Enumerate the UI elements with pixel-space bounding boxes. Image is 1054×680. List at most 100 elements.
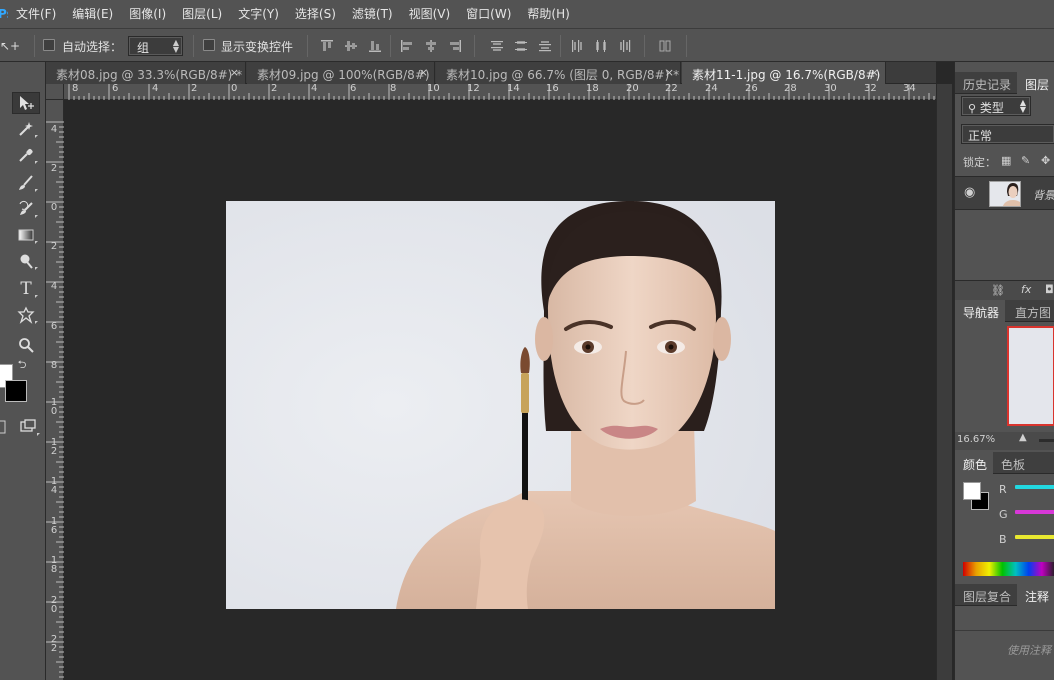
color-spectrum[interactable] bbox=[963, 562, 1054, 576]
ruler-h-label: 26 bbox=[745, 83, 758, 94]
tab-histogram[interactable]: 直方图 bbox=[1007, 300, 1054, 322]
auto-align-icon[interactable] bbox=[658, 39, 672, 53]
vertical-scrollbar[interactable] bbox=[936, 84, 952, 680]
distribute-bottom-icon[interactable] bbox=[538, 39, 552, 53]
close-icon[interactable]: × bbox=[230, 66, 239, 79]
color-panel-tabs: 颜色 色板 bbox=[955, 452, 1054, 474]
lock-paint-icon[interactable]: ✎ bbox=[1021, 154, 1030, 167]
tab-layer-comps[interactable]: 图层复合 bbox=[955, 584, 1017, 606]
screen-mode-icon[interactable] bbox=[14, 416, 42, 438]
auto-select-dropdown[interactable]: 组 ▲ ▼ bbox=[128, 36, 183, 56]
tab-doc-10[interactable]: 素材10.jpg @ 66.7% (图层 0, RGB/8#) * × bbox=[436, 62, 681, 84]
ps-logo[interactable]: Ps bbox=[0, 7, 8, 21]
align-vcenter-icon[interactable] bbox=[344, 39, 358, 53]
menu-select[interactable]: 选择(S) bbox=[287, 0, 344, 28]
tab-navigator[interactable]: 导航器 bbox=[955, 300, 1006, 322]
align-hcenter-icon[interactable] bbox=[424, 39, 438, 53]
zoom-out-icon[interactable]: ▲ bbox=[1019, 432, 1027, 443]
show-transform-checkbox[interactable] bbox=[203, 39, 215, 51]
tab-doc-11-1[interactable]: 素材11-1.jpg @ 16.7%(RGB/8#) × bbox=[682, 62, 886, 84]
ruler-v-label: 2 0 bbox=[50, 595, 58, 615]
menu-layer[interactable]: 图层(L) bbox=[174, 0, 230, 28]
align-right-icon[interactable] bbox=[448, 39, 462, 53]
menu-edit[interactable]: 编辑(E) bbox=[64, 0, 121, 28]
ruler-v-label: 1 2 bbox=[50, 437, 58, 457]
tab-layers[interactable]: 图层 bbox=[1017, 72, 1054, 94]
distribute-right-icon[interactable] bbox=[618, 39, 632, 53]
ruler-origin[interactable] bbox=[46, 84, 64, 100]
document-image[interactable] bbox=[226, 201, 775, 609]
blue-slider[interactable] bbox=[1015, 535, 1054, 539]
magic-wand-tool[interactable] bbox=[12, 118, 40, 140]
distribute-left-icon[interactable] bbox=[570, 39, 584, 53]
vertical-ruler[interactable]: 4 2 0 2 4 6 8 1 0 1 2 1 4 1 6 1 8 2 0 2 … bbox=[46, 100, 64, 680]
eye-visibility-icon[interactable]: ◉ bbox=[964, 185, 975, 200]
chevron-updown-icon: ▲ ▼ bbox=[1019, 98, 1026, 114]
ruler-h-label: 6 bbox=[112, 83, 119, 94]
ruler-v-label: 6 bbox=[50, 321, 58, 332]
swap-colors-icon[interactable]: ⮌ bbox=[14, 358, 30, 372]
right-panel-dock: 历史记录 图层 ⚲ 类型 ▲ ▼ 正常 锁定： ▦ ✎ ✥ ◉ 背景 ⛓ fx ◘… bbox=[954, 62, 1054, 680]
menu-file[interactable]: 文件(F) bbox=[8, 0, 64, 28]
brush-tool[interactable] bbox=[12, 172, 40, 194]
tab-doc-08[interactable]: 素材08.jpg @ 33.3%(RGB/8#) * × bbox=[46, 62, 246, 84]
lock-transparency-icon[interactable]: ▦ bbox=[1001, 154, 1011, 167]
navigator-preview[interactable] bbox=[1007, 326, 1054, 426]
distribute-hcenter-icon[interactable] bbox=[594, 39, 608, 53]
add-mask-icon[interactable]: ◘ bbox=[1045, 283, 1054, 296]
distribute-vcenter-icon[interactable] bbox=[514, 39, 528, 53]
custom-shape-tool[interactable] bbox=[12, 304, 40, 326]
tab-doc-09[interactable]: 素材09.jpg @ 100%(RGB/8#) × bbox=[247, 62, 435, 84]
ruler-v-label: 2 bbox=[50, 241, 58, 252]
tab-swatches[interactable]: 色板 bbox=[993, 452, 1031, 474]
ruler-h-label: 2 bbox=[191, 83, 198, 94]
menu-filter[interactable]: 滤镜(T) bbox=[344, 0, 401, 28]
tab-history[interactable]: 历史记录 bbox=[955, 72, 1017, 94]
auto-select-checkbox[interactable] bbox=[43, 39, 55, 51]
move-tool-preset-icon[interactable]: ↖+ bbox=[0, 39, 20, 53]
tab-doc-10-label: 素材10.jpg @ 66.7% (图层 0, RGB/8#) * bbox=[446, 68, 680, 82]
link-layers-icon[interactable]: ⛓ bbox=[991, 284, 1005, 297]
distribute-top-icon[interactable] bbox=[490, 39, 504, 53]
menu-window[interactable]: 窗口(W) bbox=[458, 0, 519, 28]
menu-view[interactable]: 视图(V) bbox=[401, 0, 459, 28]
layer-filter-value: 类型 bbox=[979, 101, 1004, 115]
ruler-h-label: 2 bbox=[271, 83, 278, 94]
quick-mask-icon[interactable] bbox=[0, 416, 8, 438]
align-top-icon[interactable] bbox=[320, 39, 334, 53]
gradient-tool[interactable] bbox=[12, 224, 40, 246]
menu-help[interactable]: 帮助(H) bbox=[519, 0, 577, 28]
zoom-tool[interactable] bbox=[12, 334, 40, 356]
red-slider[interactable] bbox=[1015, 485, 1054, 489]
background-color-swatch[interactable] bbox=[5, 380, 27, 402]
zoom-magnifier-icon bbox=[19, 338, 34, 353]
layer-style-icon[interactable]: fx bbox=[1021, 283, 1031, 296]
dodge-tool[interactable] bbox=[12, 250, 40, 272]
close-icon[interactable]: × bbox=[419, 66, 428, 79]
lock-position-icon[interactable]: ✥ bbox=[1041, 154, 1050, 167]
ruler-v-label: 8 bbox=[50, 360, 58, 371]
eyedropper-tool[interactable] bbox=[12, 144, 40, 166]
layer-filter-dropdown[interactable]: ⚲ 类型 ▲ ▼ bbox=[961, 96, 1031, 116]
green-slider[interactable] bbox=[1015, 510, 1054, 514]
zoom-slider[interactable] bbox=[1039, 439, 1054, 442]
zoom-level[interactable]: 16.67% bbox=[957, 434, 995, 445]
layer-row-background[interactable]: ◉ 背景 bbox=[955, 176, 1054, 210]
blend-mode-dropdown[interactable]: 正常 bbox=[961, 124, 1054, 144]
history-brush-tool[interactable] bbox=[12, 198, 40, 220]
toolbox: T ⮌ bbox=[0, 62, 46, 680]
menu-type[interactable]: 文字(Y) bbox=[230, 0, 287, 28]
type-tool[interactable]: T bbox=[12, 278, 40, 300]
tab-notes[interactable]: 注释 bbox=[1017, 584, 1054, 606]
ruler-v-label: 2 bbox=[50, 163, 58, 174]
align-left-icon[interactable] bbox=[400, 39, 414, 53]
horizontal-ruler[interactable]: 8 6 4 2 0 2 4 6 8 10 12 14 16 18 20 22 2… bbox=[64, 83, 936, 100]
close-icon[interactable]: × bbox=[870, 66, 879, 79]
eyedropper-icon bbox=[19, 148, 33, 162]
tab-color[interactable]: 颜色 bbox=[955, 452, 994, 474]
layer-name[interactable]: 背景 bbox=[1033, 187, 1054, 203]
menu-image[interactable]: 图像(I) bbox=[121, 0, 174, 28]
close-icon[interactable]: × bbox=[665, 66, 674, 79]
align-bottom-icon[interactable] bbox=[368, 39, 382, 53]
move-tool[interactable] bbox=[12, 92, 40, 114]
